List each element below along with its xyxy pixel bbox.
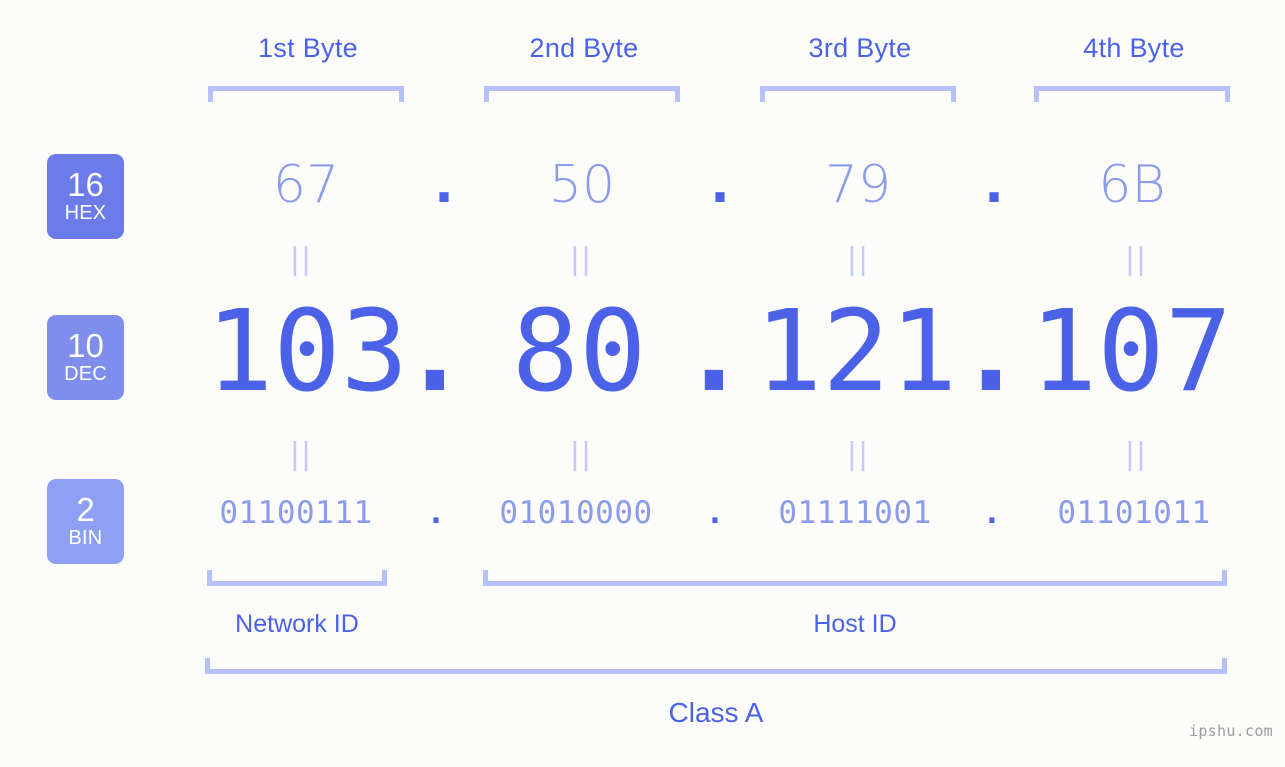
equals-mark-dec-bin-3: || bbox=[846, 437, 870, 472]
equals-mark-hex-dec-1: || bbox=[289, 242, 313, 277]
bin-octet-4: 01101011 bbox=[1057, 495, 1211, 531]
byte-bracket-1 bbox=[208, 86, 404, 102]
class-bracket bbox=[205, 658, 1227, 674]
hex-octet-4: 6B bbox=[1098, 155, 1166, 215]
ip-address-breakdown-diagram: 1st Byte 2nd Byte 3rd Byte 4th Byte 16 H… bbox=[0, 0, 1285, 767]
class-label: Class A bbox=[668, 697, 764, 728]
host-id-bracket bbox=[483, 570, 1227, 586]
dec-octet-4: 107 bbox=[1029, 287, 1233, 417]
byte-header-label-3: 3rd Byte bbox=[808, 33, 912, 63]
base-badge-hex-number: 16 bbox=[67, 166, 104, 204]
dec-separator-1: . bbox=[401, 287, 469, 417]
network-id-bracket bbox=[207, 570, 387, 586]
byte-header-label-4: 4th Byte bbox=[1083, 33, 1185, 63]
base-badge-hex: 16 HEX bbox=[47, 154, 124, 239]
hex-octet-1: 67 bbox=[272, 155, 340, 215]
bin-octet-1: 01100111 bbox=[219, 495, 373, 531]
base-badge-bin-abbr: BIN bbox=[68, 527, 103, 550]
equals-mark-hex-dec-2: || bbox=[569, 242, 593, 277]
dec-octet-1: 103 bbox=[205, 287, 409, 417]
hex-separator-3: . bbox=[984, 155, 1004, 215]
byte-header-label-2: 2nd Byte bbox=[529, 33, 639, 63]
hex-octet-2: 50 bbox=[548, 155, 616, 215]
base-badge-bin: 2 BIN bbox=[47, 479, 124, 564]
equals-mark-hex-dec-3: || bbox=[846, 242, 870, 277]
dec-octet-3: 121 bbox=[754, 287, 958, 417]
base-badge-hex-abbr: HEX bbox=[64, 202, 107, 225]
dec-octet-2: 80 bbox=[511, 287, 647, 417]
dec-separator-2: . bbox=[680, 287, 748, 417]
site-watermark: ipshu.com bbox=[1189, 722, 1273, 740]
bin-separator-3: . bbox=[982, 495, 1002, 531]
equals-mark-dec-bin-2: || bbox=[569, 437, 593, 472]
byte-bracket-4 bbox=[1034, 86, 1230, 102]
byte-header-label-1: 1st Byte bbox=[258, 33, 358, 63]
byte-bracket-2 bbox=[484, 86, 680, 102]
bin-octet-3: 01111001 bbox=[778, 495, 932, 531]
hex-octet-3: 79 bbox=[824, 155, 892, 215]
byte-bracket-3 bbox=[760, 86, 956, 102]
host-id-label: Host ID bbox=[813, 610, 897, 638]
network-id-label: Network ID bbox=[235, 610, 359, 638]
equals-mark-dec-bin-4: || bbox=[1124, 437, 1148, 472]
hex-separator-1: . bbox=[434, 155, 454, 215]
hex-separator-2: . bbox=[710, 155, 730, 215]
equals-mark-hex-dec-4: || bbox=[1124, 242, 1148, 277]
bin-separator-2: . bbox=[705, 495, 725, 531]
decimal-row: 103 . 80 . 121 . 107 bbox=[0, 296, 1285, 426]
bin-octet-2: 01010000 bbox=[499, 495, 653, 531]
bin-separator-1: . bbox=[426, 495, 446, 531]
equals-mark-dec-bin-1: || bbox=[289, 437, 313, 472]
base-badge-bin-number: 2 bbox=[76, 491, 95, 529]
dec-separator-3: . bbox=[957, 287, 1025, 417]
